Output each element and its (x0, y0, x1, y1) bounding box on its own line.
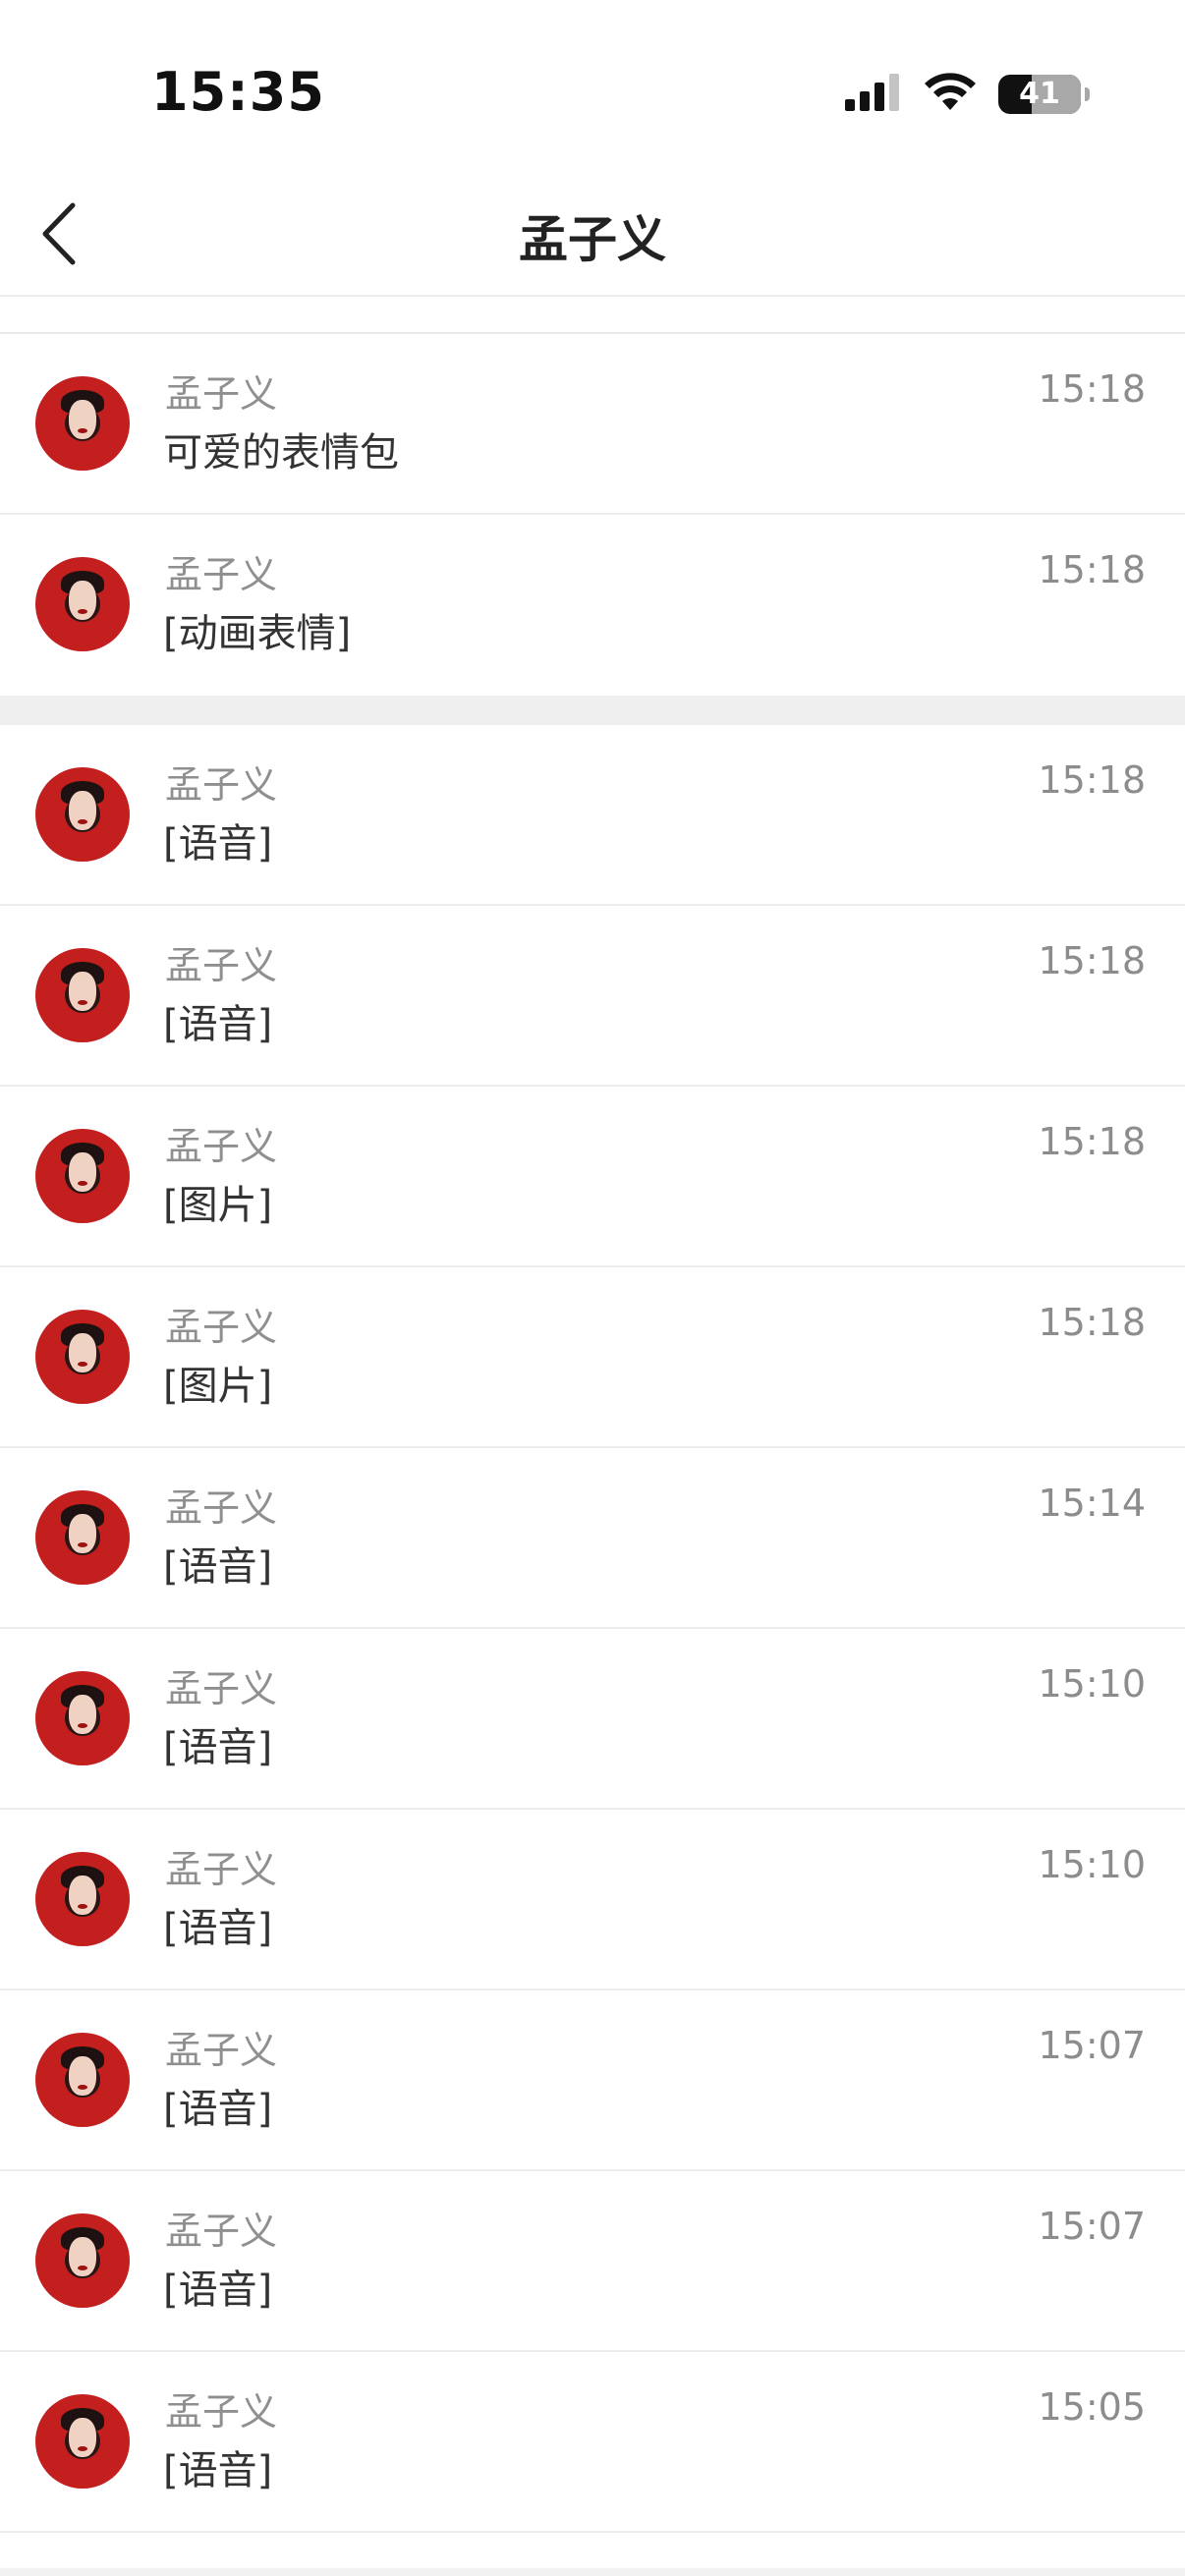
bottom-divider (0, 2568, 1185, 2576)
message-preview: 可爱的表情包 (163, 430, 399, 476)
list-item[interactable]: 孟子义 [动画表情] 15:18 (0, 515, 1185, 696)
avatar[interactable] (35, 1852, 130, 1946)
message-preview: [图片] (163, 1364, 273, 1409)
sender-name: 孟子义 (165, 1125, 278, 1168)
sender-name: 孟子义 (165, 1848, 278, 1891)
message-preview: [语音] (163, 1906, 273, 1951)
avatar[interactable] (35, 2394, 130, 2489)
list-item[interactable]: 孟子义 可爱的表情包 15:18 (0, 334, 1185, 515)
message-preview: [语音] (163, 1725, 273, 1770)
message-time: 15:18 (1038, 367, 1146, 411)
avatar[interactable] (35, 1490, 130, 1585)
list-item[interactable]: 孟子义 [图片] 15:18 (0, 1087, 1185, 1267)
avatar[interactable] (35, 1671, 130, 1765)
message-time: 15:18 (1038, 1120, 1146, 1163)
sender-name: 孟子义 (165, 1667, 278, 1710)
message-time: 15:18 (1038, 1301, 1146, 1344)
sender-name: 孟子义 (165, 2210, 278, 2253)
list-item[interactable]: 孟子义 [语音] 15:18 (0, 725, 1185, 906)
sender-name: 孟子义 (165, 372, 278, 416)
message-time: 15:07 (1038, 2205, 1146, 2248)
list-item[interactable]: 孟子义 [语音] 15:10 (0, 1810, 1185, 1990)
list-item[interactable]: 孟子义 [语音] 15:05 (0, 2352, 1185, 2533)
battery-icon: 41 (998, 75, 1090, 114)
sender-name: 孟子义 (165, 2390, 278, 2434)
nav-divider (0, 295, 1185, 297)
sender-name: 孟子义 (165, 553, 278, 596)
avatar[interactable] (35, 948, 130, 1042)
message-time: 15:07 (1038, 2024, 1146, 2067)
avatar[interactable] (35, 1310, 130, 1404)
list-item[interactable]: 孟子义 [图片] 15:18 (0, 1267, 1185, 1448)
sender-name: 孟子义 (165, 1306, 278, 1349)
message-time: 15:05 (1038, 2385, 1146, 2429)
avatar[interactable] (35, 767, 130, 862)
message-preview: [语音] (163, 2448, 273, 2493)
message-list: 孟子义 可爱的表情包 15:18 孟子义 [动画表情] 15:18 孟子义 [语… (0, 334, 1185, 2533)
message-preview: [语音] (163, 1544, 273, 1590)
battery-cap (1085, 87, 1090, 101)
sender-name: 孟子义 (165, 763, 278, 807)
status-icons: 41 (845, 71, 1090, 118)
message-time: 15:14 (1038, 1482, 1146, 1525)
avatar[interactable] (35, 376, 130, 471)
avatar[interactable] (35, 2033, 130, 2127)
message-preview: [语音] (163, 2268, 273, 2313)
list-item[interactable]: 孟子义 [语音] 15:10 (0, 1629, 1185, 1810)
section-divider (0, 696, 1185, 725)
status-time: 15:35 (151, 61, 325, 123)
message-time: 15:18 (1038, 548, 1146, 591)
sender-name: 孟子义 (165, 1486, 278, 1530)
message-preview: [语音] (163, 821, 273, 867)
page-title: 孟子义 (519, 211, 666, 268)
battery-percent: 41 (1019, 77, 1060, 111)
message-time: 15:18 (1038, 939, 1146, 982)
message-preview: [语音] (163, 2087, 273, 2132)
sender-name: 孟子义 (165, 944, 278, 987)
nav-bar: 孟子义 (0, 177, 1185, 297)
list-item[interactable]: 孟子义 [语音] 15:14 (0, 1448, 1185, 1629)
message-time: 15:10 (1038, 1662, 1146, 1706)
message-time: 15:10 (1038, 1843, 1146, 1886)
list-item[interactable]: 孟子义 [语音] 15:07 (0, 2171, 1185, 2352)
list-item[interactable]: 孟子义 [语音] 15:07 (0, 1990, 1185, 2171)
status-bar: 15:35 41 (0, 0, 1185, 177)
avatar[interactable] (35, 1129, 130, 1223)
avatar[interactable] (35, 557, 130, 651)
message-preview: [图片] (163, 1183, 273, 1228)
list-item[interactable]: 孟子义 [语音] 15:18 (0, 906, 1185, 1087)
message-preview: [语音] (163, 1002, 273, 1047)
wifi-icon (924, 73, 977, 116)
message-preview: [动画表情] (163, 611, 352, 656)
cellular-signal-icon (845, 74, 902, 115)
avatar[interactable] (35, 2213, 130, 2308)
message-time: 15:18 (1038, 758, 1146, 802)
sender-name: 孟子义 (165, 2029, 278, 2072)
